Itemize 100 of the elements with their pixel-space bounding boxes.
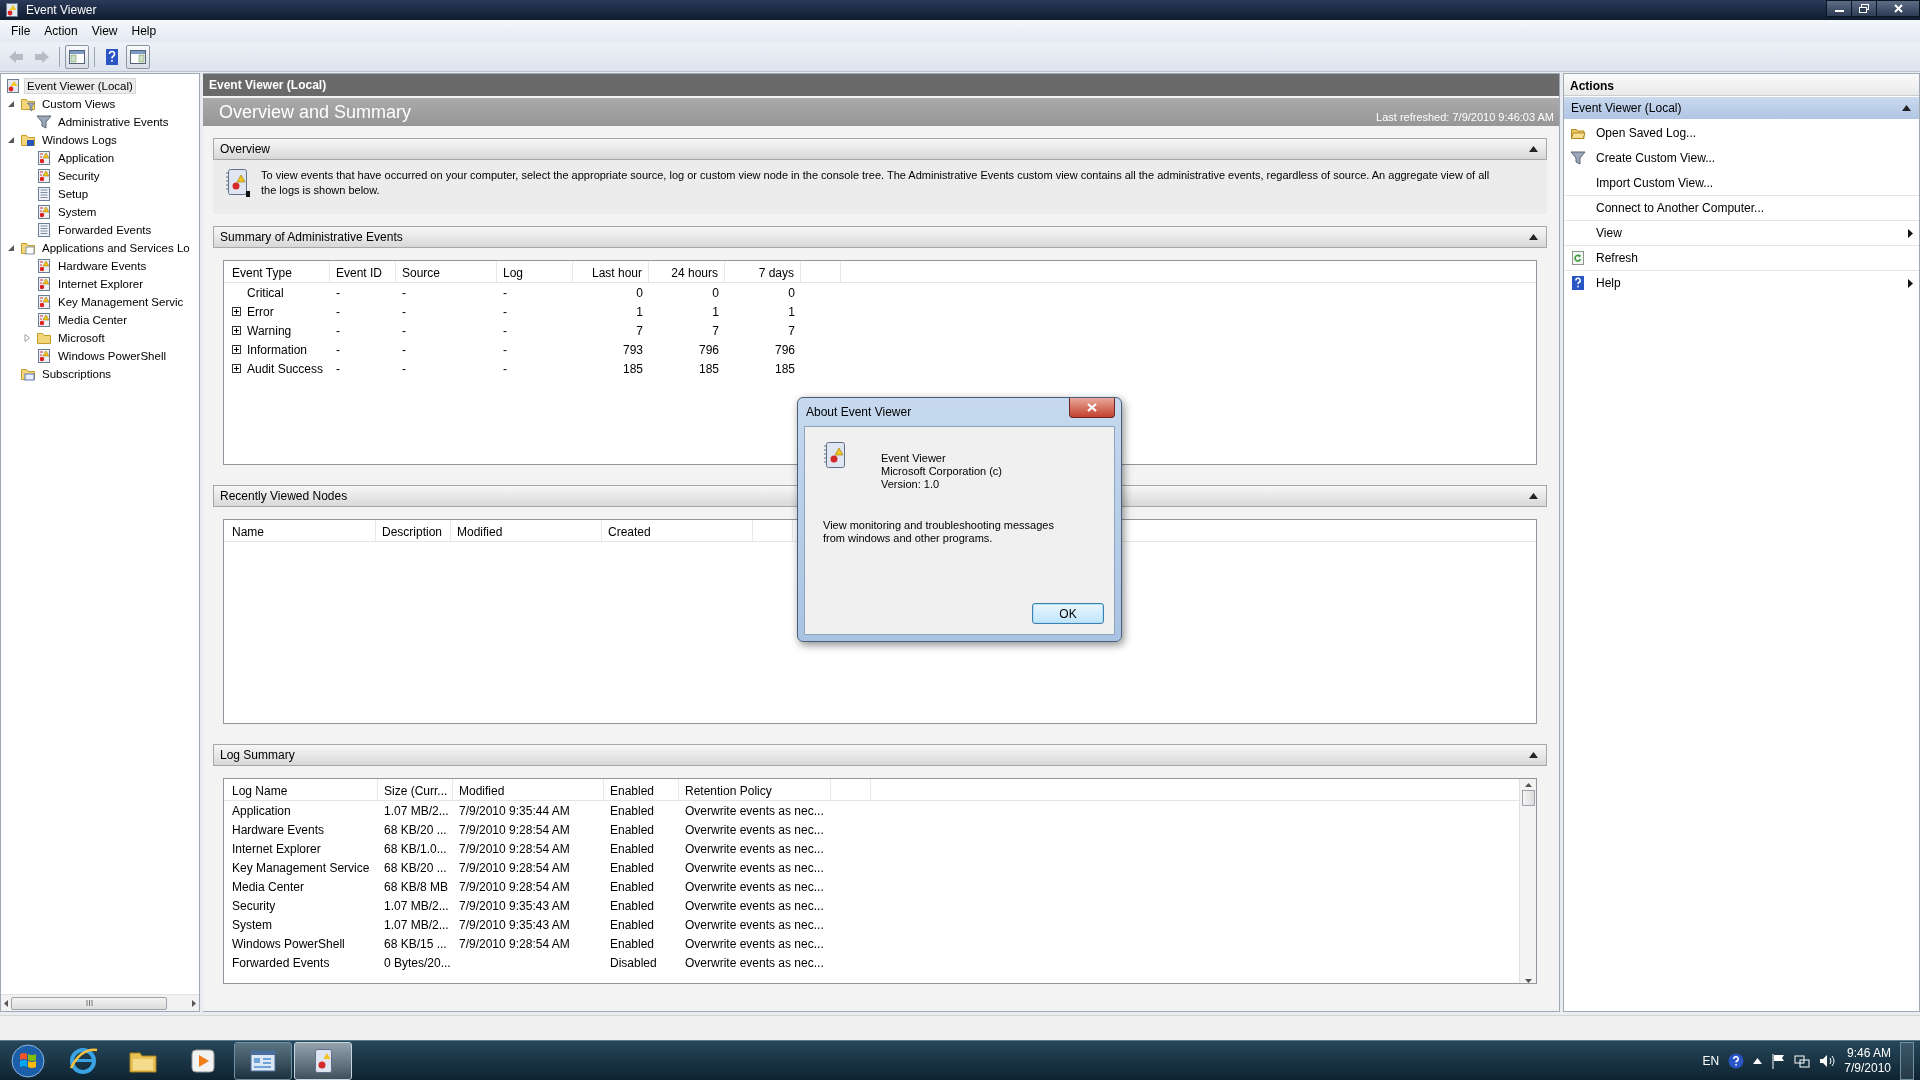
taskbar-button[interactable] <box>234 1041 292 1080</box>
tree-item[interactable]: Internet Explorer <box>55 276 146 292</box>
column-header[interactable]: Log Name <box>226 779 378 800</box>
tree-item[interactable]: Application <box>55 150 118 166</box>
expand-icon[interactable] <box>232 307 241 316</box>
expand-icon[interactable] <box>232 345 241 354</box>
close-icon <box>1087 403 1097 412</box>
expanded-arrow-icon[interactable] <box>7 244 15 252</box>
action-pane-button[interactable] <box>126 44 150 69</box>
folder-icon <box>20 96 36 112</box>
tree-item[interactable]: Hardware Events <box>55 258 150 274</box>
table-cell: 7/9/2010 9:28:54 AM <box>459 879 570 894</box>
collapse-icon[interactable] <box>1529 752 1538 758</box>
table-cell: - <box>402 361 406 376</box>
tree-pane-button[interactable] <box>65 44 89 69</box>
table-cell: 7/9/2010 9:35:43 AM <box>459 917 570 932</box>
task-link[interactable]: Connect to Another Computer... <box>1596 201 1919 215</box>
flag-icon[interactable] <box>1771 1052 1786 1069</box>
task-link[interactable]: Help <box>1596 276 1908 290</box>
network-icon[interactable] <box>1794 1052 1811 1069</box>
task-link[interactable]: View <box>1596 226 1908 240</box>
table-cell: Enabled <box>610 936 655 951</box>
menu-item[interactable]: File <box>4 22 38 40</box>
table-cell: 1 <box>788 304 795 319</box>
table-cell: - <box>402 323 406 338</box>
show-desktop-button[interactable] <box>1900 1041 1914 1080</box>
close-button[interactable] <box>1876 0 1920 17</box>
table-cell: - <box>336 285 340 300</box>
collapse-icon[interactable] <box>1529 493 1538 499</box>
tree-item[interactable]: System <box>55 204 100 220</box>
table-cell: 796 <box>774 342 795 357</box>
column-header[interactable]: Last hour <box>573 261 649 282</box>
column-header[interactable]: Retention Policy <box>679 779 831 800</box>
column-header[interactable]: Size (Curr... <box>378 779 453 800</box>
table-cell: - <box>402 285 406 300</box>
expand-icon[interactable] <box>232 326 241 335</box>
action-group-header[interactable]: Event Viewer (Local) <box>1564 97 1919 119</box>
column-header[interactable]: Created <box>602 520 753 541</box>
expanded-arrow-icon[interactable] <box>7 100 15 108</box>
tree-item[interactable]: Windows Logs <box>39 132 120 148</box>
column-header[interactable]: Event Type <box>226 261 330 282</box>
filter-icon <box>36 114 52 130</box>
table-cell: 68 KB/1.0... <box>384 841 447 856</box>
collapse-icon[interactable] <box>1529 234 1538 240</box>
help-icon[interactable] <box>1728 1052 1745 1069</box>
column-header[interactable]: Modified <box>453 779 604 800</box>
section-header[interactable]: Summary of Administrative Events <box>213 226 1547 248</box>
tree-item[interactable]: Security <box>55 168 103 184</box>
tree-item[interactable]: Microsoft <box>55 330 108 346</box>
column-header[interactable]: Modified <box>451 520 602 541</box>
tree-item[interactable]: Subscriptions <box>39 366 115 382</box>
section-header[interactable]: Log Summary <box>213 744 1547 766</box>
tree-item[interactable]: Media Center <box>55 312 131 328</box>
collapse-icon[interactable] <box>1902 105 1911 111</box>
folder-icon <box>20 240 36 256</box>
task-link[interactable]: Create Custom View... <box>1596 150 1919 165</box>
column-header[interactable]: Description <box>376 520 451 541</box>
dialog-title: About Event Viewer <box>805 405 912 419</box>
tree-item[interactable]: Applications and Services Lo <box>39 240 193 256</box>
column-header[interactable]: 7 days <box>725 261 801 282</box>
show-hidden-icons-icon[interactable] <box>1753 1057 1763 1064</box>
column-header[interactable]: 24 hours <box>649 261 725 282</box>
collapse-icon[interactable] <box>1529 146 1538 152</box>
restore-button[interactable] <box>1851 0 1877 17</box>
browser-icon <box>68 1045 98 1076</box>
minimize-button[interactable] <box>1826 0 1852 17</box>
menu-item[interactable]: View <box>84 22 125 40</box>
close-button[interactable] <box>1069 398 1115 418</box>
ok-button[interactable]: OK <box>1032 603 1104 624</box>
subscriptions-icon <box>20 366 36 382</box>
column-header[interactable]: Log <box>497 261 573 282</box>
tree-item[interactable]: Custom Views <box>39 96 119 112</box>
tree-item[interactable]: Administrative Events <box>55 114 172 130</box>
tree-item[interactable]: Event Viewer (Local) <box>24 78 136 94</box>
right-arrow-icon <box>191 999 197 1007</box>
tree-item[interactable]: Key Management Servic <box>55 294 187 310</box>
tree-item[interactable]: Windows PowerShell <box>55 348 169 364</box>
column-header[interactable]: Enabled <box>604 779 679 800</box>
table-cell: 185 <box>698 361 719 376</box>
table-cell: 7/9/2010 9:28:54 AM <box>459 822 570 837</box>
column-header[interactable]: Name <box>226 520 376 541</box>
clock-time[interactable]: 9:46 AM <box>1844 1045 1891 1061</box>
down-arrow-icon <box>1524 979 1532 983</box>
expand-icon[interactable] <box>232 364 241 373</box>
section-header[interactable]: Overview <box>213 138 1547 160</box>
menu-item[interactable]: Action <box>37 22 85 40</box>
expanded-arrow-icon[interactable] <box>7 136 15 144</box>
table-cell: Hardware Events <box>232 822 325 837</box>
column-header[interactable]: Source <box>396 261 497 282</box>
table-cell: 0 <box>788 285 795 300</box>
column-header[interactable]: Event ID <box>330 261 396 282</box>
task-link[interactable]: Open Saved Log... <box>1596 125 1919 140</box>
tree-item[interactable]: Forwarded Events <box>55 222 155 238</box>
tree-item[interactable]: Setup <box>55 186 92 202</box>
language-indicator[interactable]: EN <box>1702 1053 1720 1068</box>
task-link[interactable]: Import Custom View... <box>1596 175 1919 190</box>
clock-date[interactable]: 7/9/2010 <box>1844 1060 1891 1076</box>
scrollbar-thumb[interactable] <box>1521 790 1535 806</box>
task-link[interactable]: Refresh <box>1596 251 1919 265</box>
menu-item[interactable]: Help <box>124 22 164 40</box>
